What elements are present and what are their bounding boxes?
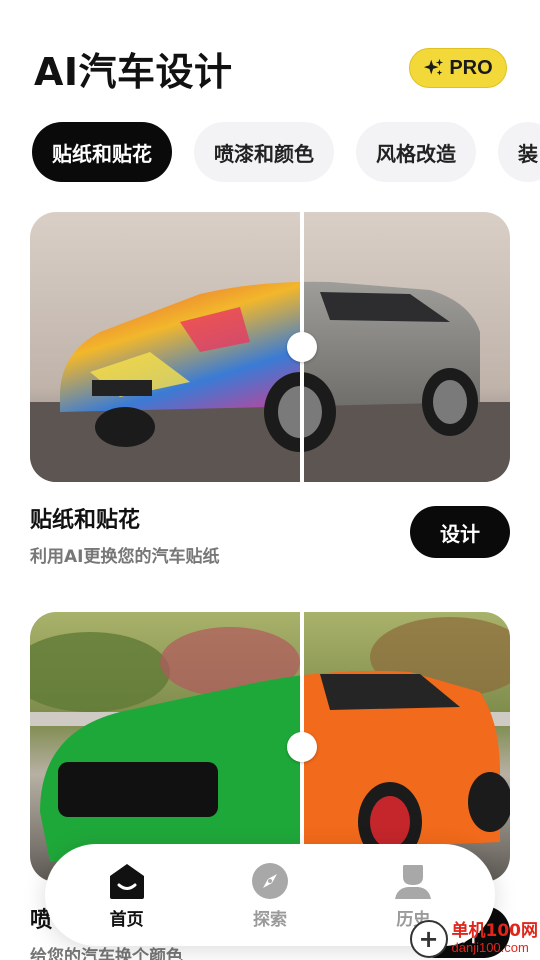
- tab-style-mod[interactable]: 风格改造: [356, 122, 476, 182]
- watermark-name: 单机100网: [451, 921, 539, 942]
- feature-card-stickers: 贴纸和贴花 利用AI更换您的汽车贴纸 设计: [30, 212, 510, 572]
- header: AI汽车设计 PRO: [34, 40, 507, 96]
- user-icon: [395, 864, 432, 899]
- car-comparison-image: [30, 212, 510, 482]
- card-title: 贴纸和贴花: [30, 508, 141, 533]
- watermark-url: danji100.com: [451, 940, 529, 956]
- tab-more[interactable]: 装: [498, 122, 540, 182]
- card-description: 利用AI更换您的汽车贴纸: [30, 547, 220, 567]
- nav-label: 探索: [252, 909, 287, 930]
- car-comparison-image: [30, 612, 510, 882]
- nav-label: 首页: [109, 909, 144, 930]
- before-after-image[interactable]: [30, 612, 510, 882]
- watermark-logo-icon: +: [409, 920, 448, 958]
- home-icon: [109, 863, 144, 899]
- nav-home[interactable]: 首页: [72, 861, 182, 930]
- pro-label: PRO: [449, 56, 493, 79]
- before-after-image[interactable]: [30, 212, 510, 482]
- tab-paint-color[interactable]: 喷漆和颜色: [194, 122, 334, 182]
- pro-button[interactable]: PRO: [409, 48, 507, 88]
- sparkle-icon: [424, 58, 444, 76]
- tab-stickers-decals[interactable]: 贴纸和贴花: [32, 122, 172, 182]
- design-button[interactable]: 设计: [410, 506, 510, 558]
- site-watermark: + 单机100网 danji100.com: [409, 920, 539, 958]
- comparison-slider-handle[interactable]: [287, 332, 317, 362]
- comparison-slider-handle[interactable]: [287, 732, 317, 762]
- nav-explore[interactable]: 探索: [215, 861, 325, 930]
- card-info: 贴纸和贴花 利用AI更换您的汽车贴纸 设计: [30, 482, 510, 572]
- app-title: AI汽车设计: [34, 49, 233, 94]
- compass-icon: [251, 862, 288, 899]
- category-tabs: 贴纸和贴花 喷漆和颜色 风格改造 装: [32, 122, 540, 182]
